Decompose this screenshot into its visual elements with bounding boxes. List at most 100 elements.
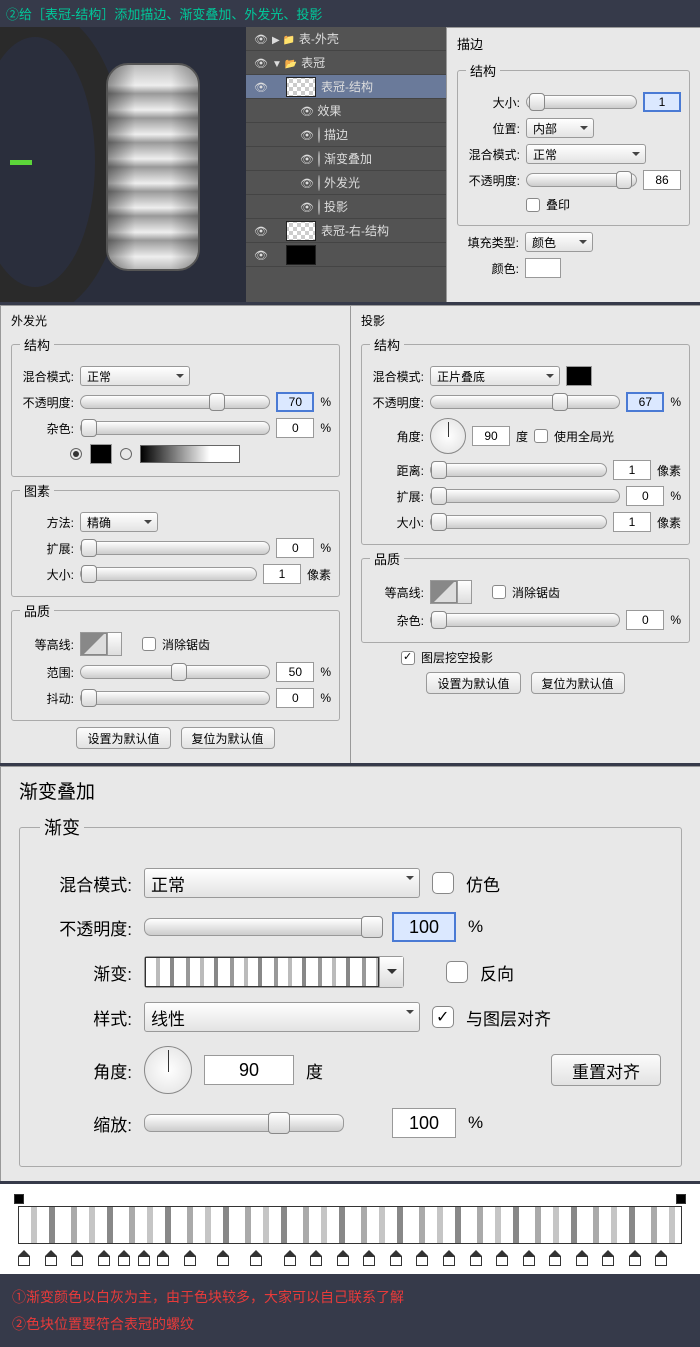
spread-input[interactable]: [276, 538, 314, 558]
antialias-checkbox[interactable]: [142, 637, 156, 651]
noise-slider[interactable]: [80, 421, 270, 435]
set-default-button[interactable]: 设置为默认值: [426, 672, 520, 694]
size-slider[interactable]: [526, 95, 637, 109]
visibility-icon[interactable]: [300, 128, 314, 142]
blend-select[interactable]: 正片叠底: [430, 366, 560, 386]
layer-row[interactable]: 表冠-右-结构: [246, 219, 446, 243]
scale-input[interactable]: [392, 1108, 456, 1138]
blend-select[interactable]: 正常: [526, 144, 646, 164]
overprint-checkbox[interactable]: [526, 198, 540, 212]
size-slider[interactable]: [80, 567, 257, 581]
filltype-select[interactable]: 颜色: [525, 232, 593, 252]
reset-align-button[interactable]: 重置对齐: [551, 1054, 661, 1086]
visibility-icon[interactable]: [300, 176, 314, 190]
blend-select[interactable]: 正常: [144, 868, 420, 898]
layer-row[interactable]: [246, 243, 446, 267]
size-input[interactable]: [613, 512, 651, 532]
color-stop[interactable]: [496, 1244, 508, 1258]
angle-input[interactable]: [204, 1055, 294, 1085]
color-stop[interactable]: [18, 1244, 30, 1258]
layer-row[interactable]: ▶ 📁表-外壳: [246, 27, 446, 51]
visibility-icon[interactable]: [250, 224, 272, 238]
spread-slider[interactable]: [80, 541, 270, 555]
angle-dial[interactable]: [430, 418, 466, 454]
opacity-slider[interactable]: [430, 395, 620, 409]
visibility-icon[interactable]: [250, 56, 272, 70]
glow-color-swatch[interactable]: [90, 444, 112, 464]
color-stop[interactable]: [157, 1244, 169, 1258]
visibility-icon[interactable]: [300, 104, 314, 118]
layer-row-selected[interactable]: 表冠-结构: [246, 75, 446, 99]
align-checkbox[interactable]: [432, 1006, 454, 1028]
opacity-input[interactable]: [276, 392, 314, 412]
gradient-bar[interactable]: [18, 1206, 682, 1244]
color-stop[interactable]: [363, 1244, 375, 1258]
color-stop[interactable]: [184, 1244, 196, 1258]
color-stop[interactable]: [310, 1244, 322, 1258]
opacity-input[interactable]: [626, 392, 664, 412]
size-input[interactable]: [643, 92, 681, 112]
layer-row[interactable]: ▼ 📂表冠: [246, 51, 446, 75]
color-radio[interactable]: [70, 448, 82, 460]
visibility-icon[interactable]: [250, 80, 272, 94]
color-swatch[interactable]: [525, 258, 561, 278]
visibility-icon[interactable]: [250, 32, 272, 46]
angle-input[interactable]: [472, 426, 510, 446]
global-light-checkbox[interactable]: [534, 429, 548, 443]
gradient-picker[interactable]: [144, 956, 404, 988]
color-stop[interactable]: [470, 1244, 482, 1258]
method-select[interactable]: 精确: [80, 512, 158, 532]
size-slider[interactable]: [430, 515, 607, 529]
color-stop[interactable]: [523, 1244, 535, 1258]
reset-default-button[interactable]: 复位为默认值: [531, 672, 625, 694]
reverse-checkbox[interactable]: [446, 961, 468, 983]
visibility-icon[interactable]: [300, 200, 314, 214]
spread-slider[interactable]: [430, 489, 620, 503]
range-input[interactable]: [276, 662, 314, 682]
color-stop[interactable]: [138, 1244, 150, 1258]
knockout-checkbox[interactable]: [401, 651, 415, 665]
opacity-slider[interactable]: [526, 173, 637, 187]
color-stop[interactable]: [549, 1244, 561, 1258]
antialias-checkbox[interactable]: [492, 585, 506, 599]
style-select[interactable]: 线性: [144, 1002, 420, 1032]
opacity-stop[interactable]: [14, 1194, 24, 1204]
range-slider[interactable]: [80, 665, 270, 679]
color-stop[interactable]: [118, 1244, 130, 1258]
color-stop[interactable]: [443, 1244, 455, 1258]
jitter-input[interactable]: [276, 688, 314, 708]
color-stop[interactable]: [602, 1244, 614, 1258]
color-stop[interactable]: [98, 1244, 110, 1258]
noise-slider[interactable]: [430, 613, 620, 627]
jitter-slider[interactable]: [80, 691, 270, 705]
color-stop[interactable]: [576, 1244, 588, 1258]
color-stop[interactable]: [45, 1244, 57, 1258]
scale-slider[interactable]: [144, 1114, 344, 1132]
opacity-input[interactable]: [392, 912, 456, 942]
fx-row[interactable]: 效果: [246, 99, 446, 123]
spread-input[interactable]: [626, 486, 664, 506]
opacity-input[interactable]: [643, 170, 681, 190]
color-stop[interactable]: [416, 1244, 428, 1258]
glow-gradient[interactable]: [140, 445, 240, 463]
color-stop[interactable]: [71, 1244, 83, 1258]
color-stop[interactable]: [337, 1244, 349, 1258]
distance-input[interactable]: [613, 460, 651, 480]
position-select[interactable]: 内部: [526, 118, 594, 138]
opacity-stop[interactable]: [676, 1194, 686, 1204]
shadow-color-swatch[interactable]: [566, 366, 592, 386]
fx-item[interactable]: 外发光: [246, 171, 446, 195]
visibility-icon[interactable]: [250, 248, 272, 262]
color-stop[interactable]: [390, 1244, 402, 1258]
color-stop[interactable]: [629, 1244, 641, 1258]
noise-input[interactable]: [626, 610, 664, 630]
size-input[interactable]: [263, 564, 301, 584]
fx-item[interactable]: 描边: [246, 123, 446, 147]
opacity-slider[interactable]: [80, 395, 270, 409]
angle-dial[interactable]: [144, 1046, 192, 1094]
dither-checkbox[interactable]: [432, 872, 454, 894]
fx-item[interactable]: 投影: [246, 195, 446, 219]
gradient-radio[interactable]: [120, 448, 132, 460]
noise-input[interactable]: [276, 418, 314, 438]
opacity-slider[interactable]: [144, 918, 380, 936]
